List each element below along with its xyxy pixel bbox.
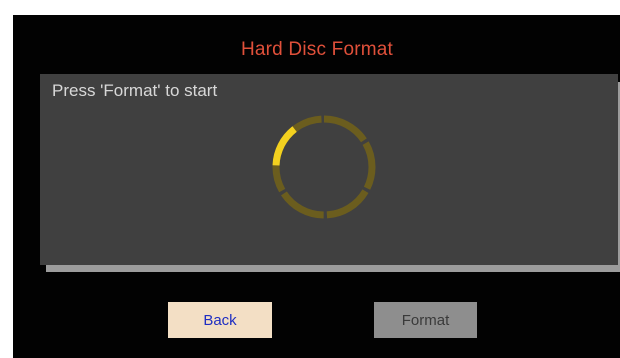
format-button[interactable]: Format [374,302,477,338]
dialog-title: Hard Disc Format [240,39,394,60]
status-panel: Press 'Format' to start [40,74,618,265]
loading-spinner-icon [272,115,376,219]
format-dialog: Hard Disc Format Press 'Format' to start… [13,15,620,358]
status-text: Press 'Format' to start [52,81,218,100]
back-button[interactable]: Back [168,302,272,338]
